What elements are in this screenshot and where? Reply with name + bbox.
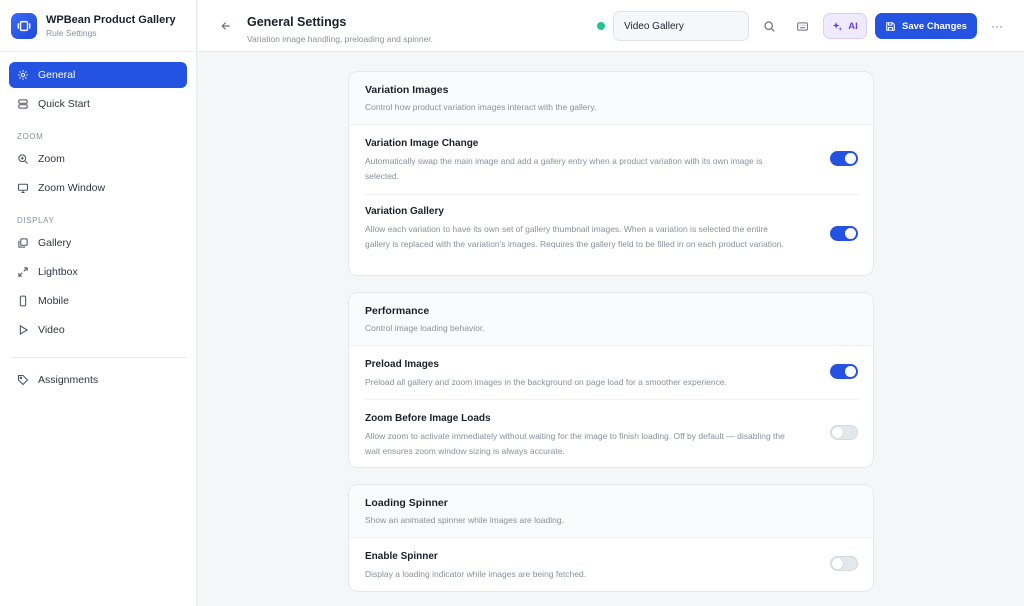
brand-header: WPBean Product Gallery Rule Settings (0, 0, 197, 52)
sidebar-item-label: Mobile (38, 295, 69, 307)
toggle-zoom-before-image-loads[interactable] (830, 425, 858, 440)
card-description: Control how product variation images int… (365, 102, 597, 112)
card-performance: Performance Control image loading behavi… (348, 292, 874, 468)
save-button-label: Save Changes (902, 20, 967, 32)
setting-description: Automatically swap the main image and ad… (365, 156, 763, 181)
setting-title: Variation Image Change (365, 138, 479, 149)
more-options-button[interactable]: ··· (988, 17, 1006, 35)
sidebar-item-gallery[interactable]: Gallery (9, 230, 187, 256)
card-description: Control image loading behavior. (365, 323, 485, 333)
setting-variation-image-change: Variation Image Change Automatically swa… (365, 138, 859, 183)
back-button[interactable] (218, 18, 234, 34)
toggle-enable-spinner[interactable] (830, 556, 858, 571)
sidebar-item-label: Video (38, 324, 65, 336)
page-subtitle: Variation image handling, preloading and… (247, 34, 434, 44)
toggle-knob (845, 366, 856, 377)
play-icon (17, 324, 29, 336)
sidebar-item-mobile[interactable]: Mobile (9, 288, 187, 314)
page-title: General Settings (247, 15, 347, 29)
sidebar-item-lightbox[interactable]: Lightbox (9, 259, 187, 285)
setting-divider (365, 194, 859, 195)
toggle-knob (845, 153, 856, 164)
card-header: Loading Spinner Show an animated spinner… (349, 485, 873, 538)
setting-description: Allow zoom to activate immediately witho… (365, 431, 785, 456)
monitor-icon (17, 182, 29, 194)
brand-subtitle: Rule Settings (46, 28, 97, 38)
mobile-icon (17, 295, 29, 307)
save-icon (886, 21, 895, 31)
ai-button[interactable]: AI (823, 13, 867, 39)
top-header: General Settings Variation image handlin… (198, 0, 1024, 52)
sidebar-item-label: Gallery (38, 237, 72, 249)
toggle-preload-images[interactable] (830, 364, 858, 379)
keyboard-shortcuts-button[interactable] (793, 17, 811, 35)
sidebar: WPBean Product Gallery Rule Settings Gen… (0, 0, 197, 606)
brand-logo (11, 13, 37, 39)
sidebar-item-label: Quick Start (38, 98, 90, 110)
status-indicator (597, 22, 605, 30)
toggle-knob (845, 228, 856, 239)
setting-title: Preload Images (365, 359, 439, 370)
setting-preload-images: Preload Images Preload all gallery and z… (365, 359, 859, 390)
sidebar-item-label: Zoom Window (38, 182, 106, 194)
ai-button-label: AI (848, 20, 858, 32)
card-description: Show an animated spinner while images ar… (365, 515, 564, 525)
toggle-knob (832, 427, 843, 438)
setting-description: Allow each variation to have its own set… (365, 224, 784, 249)
sidebar-item-label: General (38, 69, 76, 81)
arrow-left-icon (221, 22, 230, 30)
card-variation-images: Variation Images Control how product var… (348, 71, 874, 276)
sidebar-item-zoom[interactable]: Zoom (9, 146, 187, 172)
sidebar-item-zoom-window[interactable]: Zoom Window (9, 175, 187, 201)
setting-description: Display a loading indicator while images… (365, 569, 587, 579)
card-header: Variation Images Control how product var… (349, 72, 873, 125)
zoom-in-icon (17, 153, 29, 165)
sidebar-item-label: Zoom (38, 153, 65, 165)
sidebar-item-quick-start[interactable]: Quick Start (9, 91, 187, 117)
gear-icon (17, 69, 29, 81)
sidebar-item-label: Lightbox (38, 266, 78, 278)
sidebar-section-zoom: ZOOM (17, 132, 44, 141)
setting-description: Preload all gallery and zoom images in t… (365, 377, 727, 387)
sidebar-divider (11, 357, 187, 358)
card-title: Variation Images (365, 84, 449, 96)
toggle-variation-image-change[interactable] (830, 151, 858, 166)
toggle-knob (832, 558, 843, 569)
card-title: Performance (365, 305, 430, 317)
card-header: Performance Control image loading behavi… (349, 293, 873, 346)
rule-name-input[interactable] (613, 11, 749, 41)
setting-enable-spinner: Enable Spinner Display a loading indicat… (365, 551, 859, 582)
gallery-icon (17, 237, 29, 249)
toggle-variation-gallery[interactable] (830, 226, 858, 241)
search-button[interactable] (760, 17, 778, 35)
setting-title: Enable Spinner (365, 551, 438, 562)
sidebar-item-general[interactable]: General (9, 62, 187, 88)
setting-divider (365, 399, 859, 400)
setting-title: Variation Gallery (365, 206, 444, 217)
sidebar-item-video[interactable]: Video (9, 317, 187, 343)
sidebar-item-label: Assignments (38, 374, 99, 386)
expand-icon (17, 266, 29, 278)
save-changes-button[interactable]: Save Changes (875, 13, 977, 39)
brand-title: WPBean Product Gallery (46, 14, 176, 26)
search-icon (763, 20, 775, 32)
card-loading-spinner: Loading Spinner Show an animated spinner… (348, 484, 874, 592)
setting-zoom-before-image-loads: Zoom Before Image Loads Allow zoom to ac… (365, 413, 859, 458)
tag-icon (17, 374, 29, 386)
layers-icon (17, 98, 29, 110)
gallery-logo-icon (17, 20, 31, 32)
keyboard-icon (796, 21, 808, 31)
setting-variation-gallery: Variation Gallery Allow each variation t… (365, 206, 859, 251)
sidebar-section-display: DISPLAY (17, 216, 55, 225)
sparkle-icon (832, 21, 843, 31)
setting-title: Zoom Before Image Loads (365, 413, 491, 424)
sidebar-item-assignments[interactable]: Assignments (9, 367, 187, 393)
card-title: Loading Spinner (365, 497, 448, 509)
